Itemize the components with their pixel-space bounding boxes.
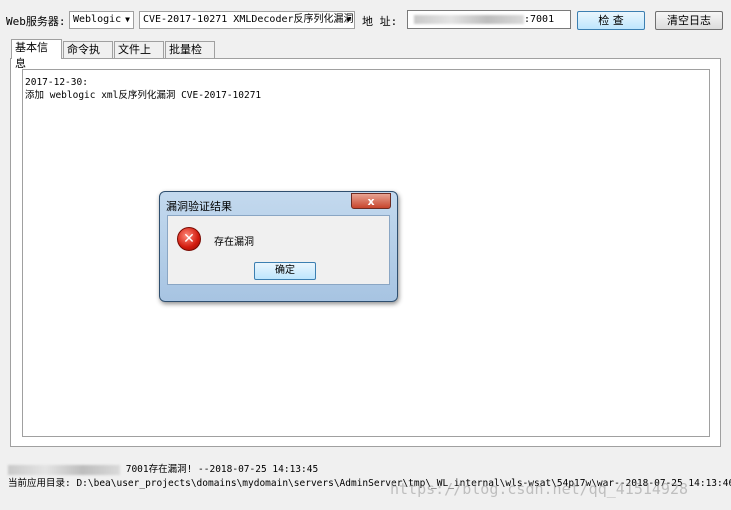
address-value: :7001	[524, 14, 555, 25]
result-dialog: 漏洞验证结果 x ✕ 存在漏洞 确定	[159, 191, 398, 302]
dialog-message: 存在漏洞	[214, 237, 254, 248]
tab-basic-info[interactable]: 基本信息	[11, 39, 62, 70]
info-line: 2017-12-30:	[25, 77, 88, 88]
status-text: 7001存在漏洞! --2018-07-25 14:13:45	[125, 464, 319, 475]
chevron-down-icon: ▼	[125, 15, 130, 24]
close-icon: x	[367, 195, 375, 208]
check-button[interactable]: 检 查	[577, 11, 645, 30]
server-select-value: Weblogic	[73, 14, 122, 25]
dialog-body: ✕ 存在漏洞 确定	[167, 215, 390, 285]
redacted-host	[414, 14, 524, 24]
watermark: https://blog.csdn.net/qq_41514928	[390, 480, 689, 498]
server-label: Web服务器:	[6, 15, 66, 28]
status-line: 7001存在漏洞! --2018-07-25 14:13:45	[8, 461, 318, 475]
vulnerability-select[interactable]: CVE-2017-10271 XMLDecoder反序列化漏洞 ▼	[139, 11, 355, 29]
vulnerability-select-value: CVE-2017-10271 XMLDecoder反序列化漏洞	[143, 14, 354, 25]
server-select[interactable]: Weblogic ▼	[69, 11, 134, 29]
ok-button[interactable]: 确定	[254, 262, 316, 280]
tab-file-upload[interactable]: 文件上传	[114, 41, 164, 72]
info-line: 添加 weblogic xml反序列化漏洞 CVE-2017-10271	[25, 90, 262, 101]
dialog-title: 漏洞验证结果	[166, 200, 232, 213]
chevron-down-icon: ▼	[346, 15, 351, 24]
tab-command-exec[interactable]: 命令执行	[63, 41, 113, 72]
error-icon: ✕	[177, 227, 201, 251]
close-button[interactable]: x	[351, 193, 391, 209]
clear-log-button[interactable]: 清空日志	[655, 11, 723, 30]
address-input[interactable]: :7001	[407, 10, 571, 29]
tab-batch-check[interactable]: 批量检查	[165, 41, 215, 72]
address-label: 地 址:	[362, 15, 398, 28]
redacted-host	[8, 464, 120, 475]
